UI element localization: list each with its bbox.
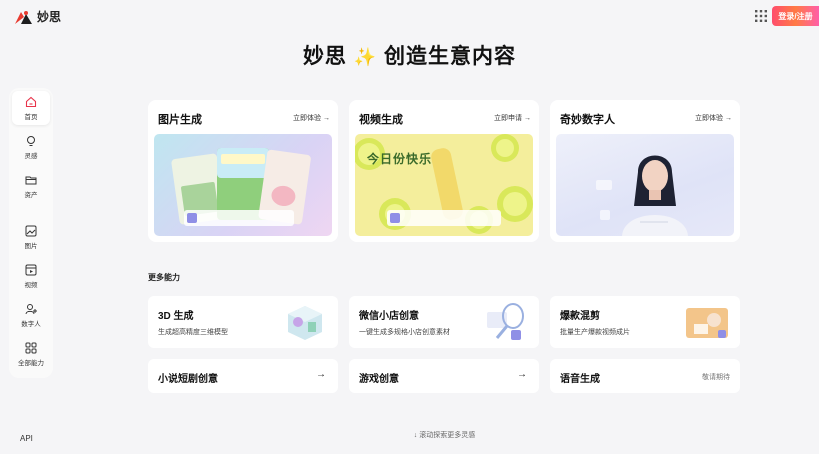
capability-subtitle: 一键生成多规格小店创意素材 [359, 329, 450, 336]
try-now-link[interactable]: 立即体验 → [293, 113, 330, 123]
sidebar-item-label: 图片 [24, 242, 38, 250]
image-generation-preview [154, 134, 332, 236]
card-title: 图片生成 [158, 114, 202, 126]
logo-icon [15, 10, 32, 24]
sidebar-item-videos[interactable]: 视频 [12, 259, 50, 293]
try-now-link[interactable]: 立即体验 → [695, 113, 732, 123]
video-icon [25, 264, 37, 275]
sidebar-item-label: 数字人 [21, 320, 41, 328]
arrow-right-icon: → [517, 369, 527, 380]
presenter-illustration [596, 155, 688, 236]
capability-title: 3D 生成 [158, 311, 194, 322]
apps-icon [25, 342, 37, 353]
video-generation-preview: 今日份快乐 [355, 134, 533, 236]
apps-grid-icon[interactable] [755, 10, 767, 22]
capability-card-voice[interactable]: 语音生成 敬请期待 [550, 359, 740, 393]
sidebar-item-home[interactable]: 首页 [12, 91, 50, 125]
capability-subtitle: 生成超高精度三维模型 [158, 329, 228, 336]
capability-title: 游戏创意 [359, 374, 399, 385]
logo-text: 妙思 [37, 10, 62, 24]
apply-now-link[interactable]: 立即申请 → [494, 113, 531, 123]
section-title-more: 更多能力 [148, 273, 180, 282]
cube-3d-icon [288, 306, 322, 340]
page-title: 妙思 ✨ 创造生意内容 [0, 40, 819, 70]
digital-human-preview [556, 134, 734, 236]
sparkle-icon: ✨ [353, 47, 378, 67]
card-title: 视频生成 [359, 114, 403, 126]
folder-icon [25, 176, 37, 184]
capability-card-novel-drama[interactable]: 小说短剧创意 → [148, 359, 338, 393]
capability-card-3d[interactable]: 3D 生成 生成超高精度三维模型 [148, 296, 338, 348]
home-icon [25, 96, 37, 107]
video-caption: 今日份快乐 [367, 152, 433, 166]
sidebar: 首页 灵感 资产 图片 视频 数字人 全部能力 [9, 88, 53, 378]
video-clip-icon [686, 308, 728, 338]
feature-card-digital-human[interactable]: 奇妙数字人 立即体验 → [550, 100, 740, 242]
capability-title: 微信小店创意 [359, 311, 419, 322]
capability-title: 语音生成 [560, 374, 600, 385]
login-button[interactable]: 登录/注册 [772, 6, 819, 26]
feature-card-image-generation[interactable]: 图片生成 立即体验 → [148, 100, 338, 242]
scroll-hint: ↓ 滚动探索更多灵感 [413, 432, 476, 439]
arrow-right-icon: → [316, 369, 326, 380]
sidebar-item-assets[interactable]: 资产 [12, 169, 50, 203]
sidebar-item-label: 首页 [24, 113, 38, 121]
top-bar: 妙思 登录/注册 [0, 0, 819, 32]
coming-soon-label: 敬请期待 [702, 374, 730, 381]
avatar-icon [25, 303, 37, 314]
card-title: 奇妙数字人 [560, 114, 615, 126]
headline-brand: 妙思 [302, 45, 347, 68]
capability-card-wechat-store[interactable]: 微信小店创意 一键生成多规格小店创意素材 [349, 296, 539, 348]
feature-card-video-generation[interactable]: 视频生成 立即申请 → 今日份快乐 [349, 100, 539, 242]
capability-title: 爆款混剪 [560, 311, 600, 322]
image-collage-illustration [171, 148, 311, 226]
headline-slogan: 创造生意内容 [384, 45, 517, 68]
sidebar-item-inspiration[interactable]: 灵感 [12, 130, 50, 164]
logo[interactable]: 妙思 [13, 8, 61, 25]
lightbulb-icon [27, 135, 35, 146]
sidebar-item-digital-human[interactable]: 数字人 [12, 298, 50, 332]
racket-icon [487, 303, 524, 340]
sidebar-item-label: 全部能力 [18, 359, 44, 367]
image-icon [25, 225, 37, 236]
sidebar-item-all-capabilities[interactable]: 全部能力 [12, 337, 50, 371]
capability-card-game[interactable]: 游戏创意 → [349, 359, 539, 393]
capability-title: 小说短剧创意 [158, 374, 218, 385]
capability-card-viral-mix[interactable]: 爆款混剪 批量生产爆款视频成片 [550, 296, 740, 348]
sidebar-item-label: 资产 [24, 191, 38, 199]
sidebar-item-label: 灵感 [24, 152, 38, 160]
sidebar-item-images[interactable]: 图片 [12, 220, 50, 254]
sidebar-item-label: 视频 [24, 281, 38, 289]
capability-subtitle: 批量生产爆款视频成片 [560, 329, 630, 336]
